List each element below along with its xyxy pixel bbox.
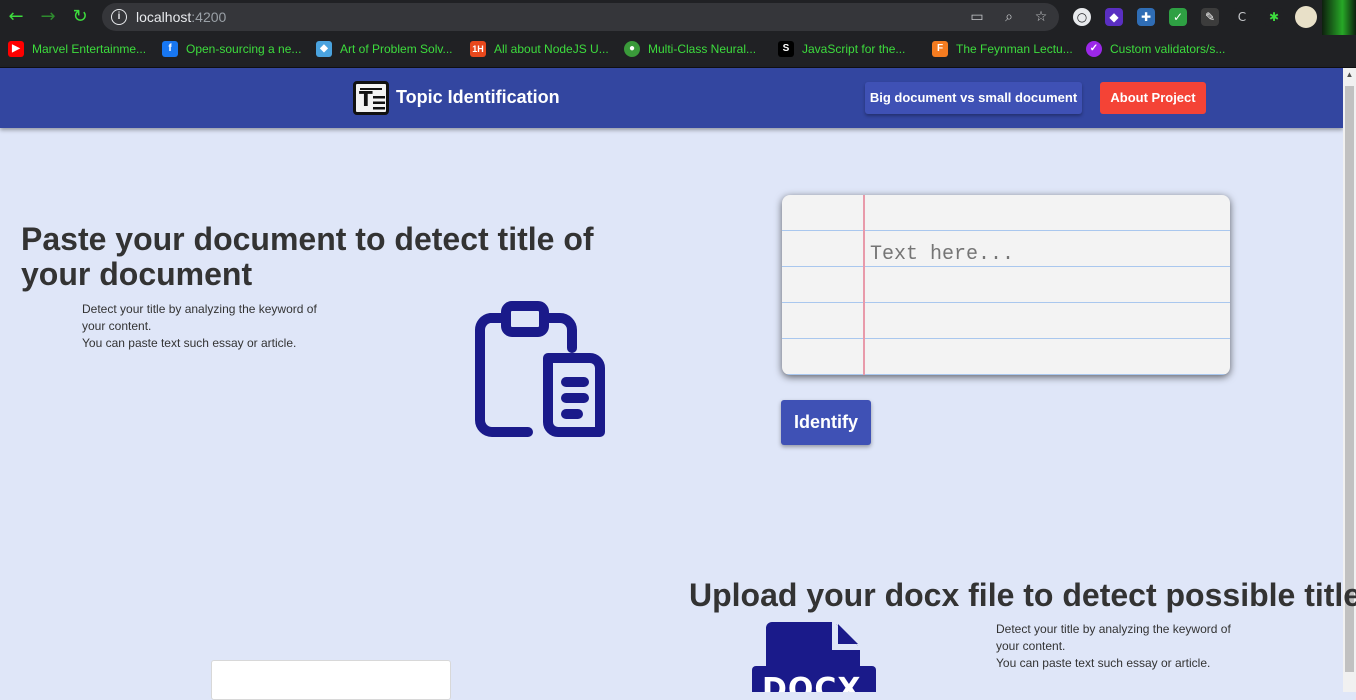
big-vs-small-button[interactable]: Big document vs small document xyxy=(865,82,1082,114)
document-text-input[interactable] xyxy=(870,242,1220,266)
shield-icon[interactable]: ✓ xyxy=(1169,8,1187,26)
upload-dropzone[interactable] xyxy=(211,660,451,700)
bookmark-star-icon[interactable]: ☆ xyxy=(1032,8,1050,26)
about-project-button[interactable]: About Project xyxy=(1100,82,1206,114)
bookmarks-bar: ▶ Marvel Entertainme... f Open-sourcing … xyxy=(0,35,1356,68)
identify-button[interactable]: Identify xyxy=(781,400,871,445)
cast-icon[interactable]: ▭ xyxy=(968,8,986,26)
feynman-icon: F xyxy=(932,41,948,57)
app-header: T Topic Identification Big document vs s… xyxy=(0,68,1343,128)
logo-icon[interactable]: T xyxy=(353,81,389,115)
pen-extension-icon[interactable]: ✎ xyxy=(1201,8,1219,26)
paste-section-heading: Paste your document to detect title of y… xyxy=(21,221,594,292)
site-info-icon[interactable]: i xyxy=(111,9,127,25)
reload-icon[interactable]: ↻ xyxy=(70,7,90,27)
url-text[interactable]: localhost:4200 xyxy=(136,9,226,25)
youtube-icon: ▶ xyxy=(8,41,24,57)
docx-label: DOCX xyxy=(762,672,862,692)
globe-icon: ● xyxy=(624,41,640,57)
browser-toolbar: ← → ↻ i localhost:4200 ▭ ⌕ ☆ ○ ◆ ✚ ✓ ✎ C… xyxy=(0,0,1356,68)
text-input-paper xyxy=(782,195,1230,375)
extension-diamond-icon[interactable]: ◆ xyxy=(1105,8,1123,26)
clipboard-icon xyxy=(475,301,605,437)
profile-avatar[interactable] xyxy=(1295,6,1317,28)
aops-icon: ◆ xyxy=(316,41,332,57)
1h-icon: 1H xyxy=(470,41,486,57)
paste-section-description: Detect your title by analyzing the keywo… xyxy=(82,302,317,350)
back-arrow-icon[interactable]: ← xyxy=(6,7,26,27)
paper-margin-line xyxy=(863,195,865,375)
facebook-icon: f xyxy=(162,41,178,57)
check-icon: ✓ xyxy=(1086,41,1102,57)
upload-section-heading: Upload your docx file to detect possible… xyxy=(689,577,1356,613)
extensions-puzzle-icon[interactable]: ✱ xyxy=(1265,8,1283,26)
address-bar[interactable]: i localhost:4200 ▭ ⌕ ☆ xyxy=(102,3,1059,31)
zoom-icon[interactable]: ⌕ xyxy=(1000,8,1018,26)
app-title[interactable]: Topic Identification xyxy=(396,87,560,108)
s-icon: S xyxy=(778,41,794,57)
docx-file-icon: DOCX xyxy=(752,620,876,692)
cs-extension-icon[interactable]: C xyxy=(1233,8,1251,26)
scroll-up-arrow-icon[interactable]: ▲ xyxy=(1343,68,1356,82)
extension-puzzle-blue-icon[interactable]: ✚ xyxy=(1137,8,1155,26)
forward-arrow-icon[interactable]: → xyxy=(38,7,58,27)
upload-section-description: Detect your title by analyzing the keywo… xyxy=(996,622,1231,670)
extension-circle-icon[interactable]: ○ xyxy=(1073,8,1091,26)
